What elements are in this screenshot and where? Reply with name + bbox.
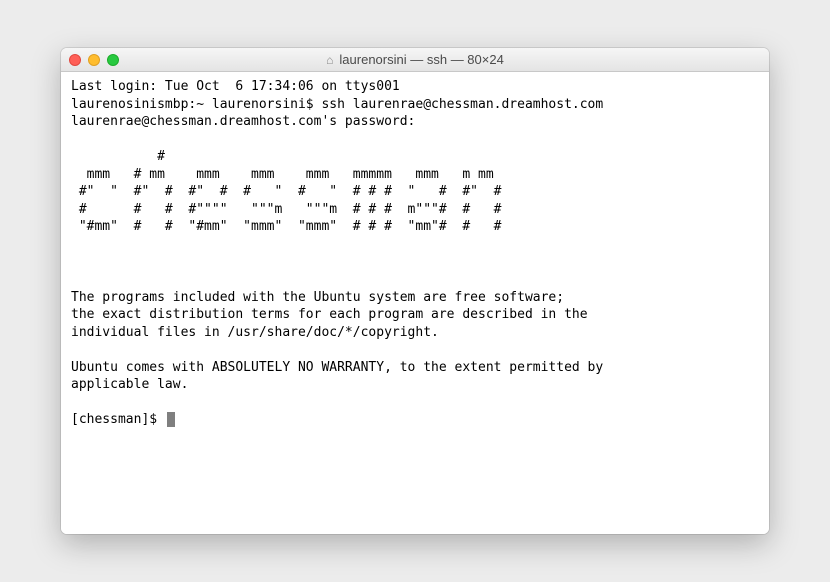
terminal-line: laurenrae@chessman.dreamhost.com's passw… xyxy=(71,114,415,129)
terminal-line: the exact distribution terms for each pr… xyxy=(71,307,588,322)
maximize-button[interactable] xyxy=(107,54,119,66)
ascii-art-line: # xyxy=(71,149,165,164)
terminal-line: Ubuntu comes with ABSOLUTELY NO WARRANTY… xyxy=(71,360,603,375)
ascii-art-line: mmm # mm mmm mmm mmm mmmmm mmm m mm xyxy=(71,167,494,182)
shell-prompt: [chessman]$ xyxy=(71,412,165,427)
terminal-content[interactable]: Last login: Tue Oct 6 17:34:06 on ttys00… xyxy=(61,72,769,534)
terminal-window: ⌂ laurenorsini — ssh — 80×24 Last login:… xyxy=(61,48,769,534)
ascii-art-line: # # # #"""" """m """m # # # m"""# # # xyxy=(71,202,501,217)
terminal-line: Last login: Tue Oct 6 17:34:06 on ttys00… xyxy=(71,79,400,94)
terminal-line: laurenosinismbp:~ laurenorsini$ ssh laur… xyxy=(71,97,603,112)
cursor xyxy=(167,412,175,427)
close-button[interactable] xyxy=(69,54,81,66)
window-title: laurenorsini — ssh — 80×24 xyxy=(339,52,503,67)
minimize-button[interactable] xyxy=(88,54,100,66)
terminal-line: The programs included with the Ubuntu sy… xyxy=(71,290,564,305)
terminal-line: applicable law. xyxy=(71,377,188,392)
titlebar: ⌂ laurenorsini — ssh — 80×24 xyxy=(61,48,769,72)
ascii-art-line: #" " #" # #" # # " # " # # # " # #" # xyxy=(71,184,501,199)
terminal-line: individual files in /usr/share/doc/*/cop… xyxy=(71,325,439,340)
home-icon: ⌂ xyxy=(326,54,333,66)
ascii-art-line: "#mm" # # "#mm" "mmm" "mmm" # # # "mm"# … xyxy=(71,219,501,234)
window-controls xyxy=(69,54,119,66)
window-title-wrap: ⌂ laurenorsini — ssh — 80×24 xyxy=(326,52,504,67)
